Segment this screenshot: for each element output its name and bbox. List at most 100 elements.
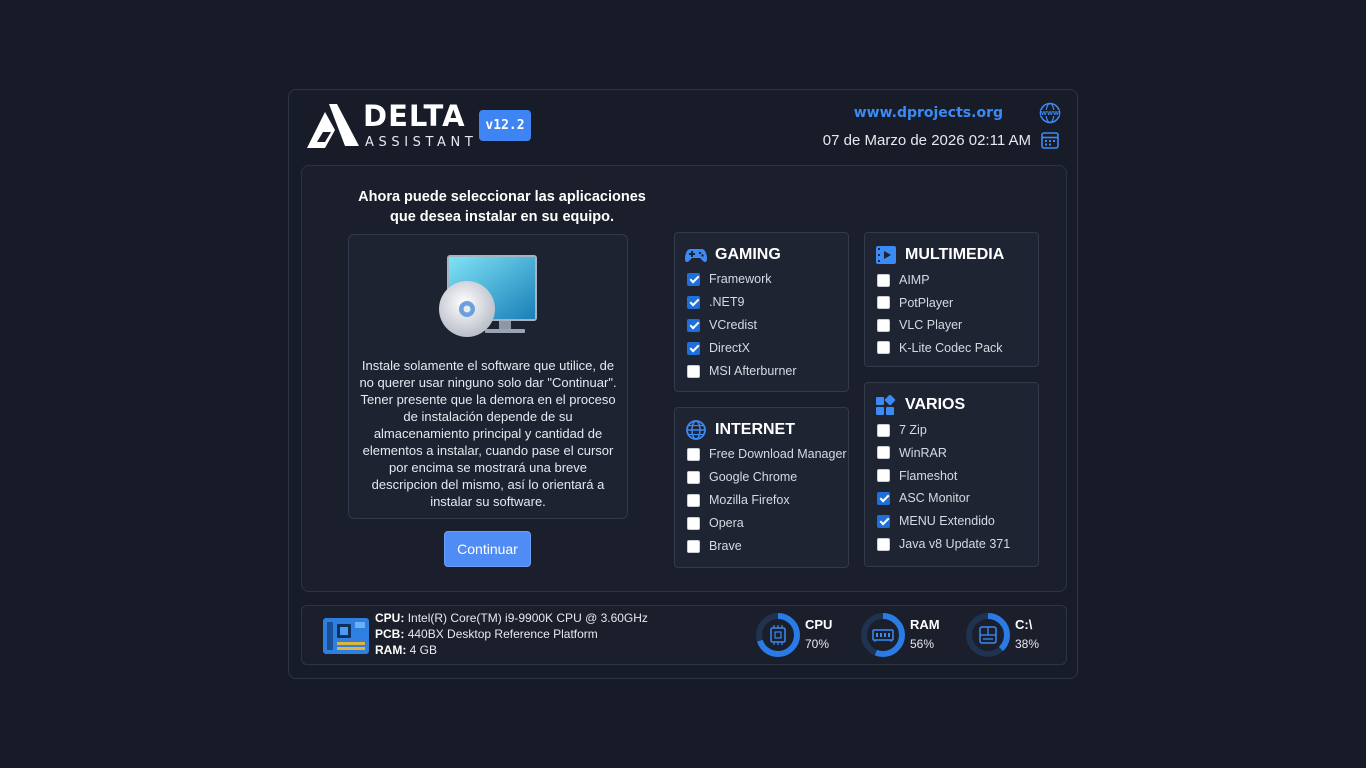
checkbox-label: PotPlayer — [899, 295, 954, 310]
checkbox-item-opera[interactable]: Opera — [687, 514, 744, 532]
checkbox-item-k-lite-codec-pack[interactable]: K-Lite Codec Pack — [877, 339, 1003, 357]
checkbox-item-msi-afterburner[interactable]: MSI Afterburner — [687, 362, 797, 380]
checkbox[interactable] — [877, 296, 890, 309]
checkbox-item-winrar[interactable]: WinRAR — [877, 444, 947, 462]
checkbox-item-free-download-manager[interactable]: Free Download Manager — [687, 445, 847, 463]
monitor-disc-icon — [439, 255, 537, 337]
checkbox-item-potplayer[interactable]: PotPlayer — [877, 294, 953, 312]
checkbox[interactable] — [687, 539, 700, 553]
ram-icon — [872, 629, 894, 642]
ram-spec: RAM: 4 GB — [375, 643, 438, 657]
continue-button[interactable]: Continuar — [444, 531, 531, 567]
video-icon — [876, 246, 896, 264]
info-description: Instale solamente el software que utilic… — [359, 358, 617, 509]
checkbox-label: Brave — [709, 539, 742, 553]
checkbox-item-flameshot[interactable]: Flameshot — [877, 467, 957, 485]
app-window: DELTA ASSISTANT v12.2 www.dprojects.org … — [288, 89, 1078, 679]
globe-www-icon[interactable]: WWW — [1039, 102, 1061, 124]
checkbox-item-vcredist[interactable]: VCredist — [687, 316, 757, 334]
brand-subtitle: ASSISTANT — [365, 135, 478, 150]
gauge-label: C:\ — [1015, 617, 1033, 632]
checkbox[interactable] — [877, 341, 890, 354]
checkbox-label: DirectX — [709, 341, 750, 355]
checkbox-item-google-chrome[interactable]: Google Chrome — [687, 468, 797, 486]
system-info-bar: CPU: Intel(R) Core(TM) i9-9900K CPU @ 3.… — [301, 605, 1067, 665]
gauge-c-ring — [966, 613, 1010, 657]
svg-text:WWW: WWW — [1041, 111, 1059, 117]
checkbox-item-7-zip[interactable]: 7 Zip — [877, 421, 927, 439]
checkbox-label: .NET9 — [709, 295, 745, 309]
info-box: Instale solamente el software que utilic… — [348, 234, 628, 519]
checkbox-item-net9[interactable]: .NET9 — [687, 293, 744, 311]
motherboard-icon — [323, 618, 369, 654]
checkbox-label: Java v8 Update 371 — [899, 537, 1011, 551]
checkbox-label: K-Lite Codec Pack — [899, 340, 1003, 355]
apps-grid-icon — [876, 395, 896, 415]
checkbox[interactable] — [687, 493, 700, 507]
gauge-cpu-ring — [756, 613, 800, 657]
checkbox[interactable] — [877, 446, 890, 460]
group-title: VARIOS — [905, 396, 966, 413]
gauge-ram-ring — [861, 613, 905, 657]
checkbox[interactable] — [687, 447, 700, 461]
checkbox-item-directx[interactable]: DirectX — [687, 339, 750, 357]
checkbox-label: MSI Afterburner — [709, 364, 797, 378]
checkbox-label: Google Chrome — [709, 470, 798, 484]
checkbox-label: WinRAR — [899, 445, 947, 460]
group-multimedia: MULTIMEDIA AIMP PotPlayer VLC Player K-Lite… — [864, 232, 1039, 367]
gauge-value: 56% — [910, 637, 935, 651]
version-badge: v12.2 — [479, 110, 531, 141]
checkbox-item-java-v8-update-371[interactable]: Java v8 Update 371 — [877, 535, 1010, 553]
cpu-spec: CPU: Intel(R) Core(TM) i9-9900K CPU @ 3.… — [375, 611, 648, 625]
pcb-spec: PCB: 440BX Desktop Reference Platform — [375, 627, 598, 641]
gauge-label: CPU — [805, 617, 833, 632]
checkbox[interactable] — [687, 272, 700, 286]
checkbox[interactable] — [687, 364, 700, 378]
website-link[interactable]: www.dprojects.org — [854, 105, 1003, 121]
calendar-icon — [1041, 132, 1059, 149]
group-title: MULTIMEDIA — [905, 246, 1005, 263]
checkbox-item-mozilla-firefox[interactable]: Mozilla Firefox — [687, 491, 790, 509]
checkbox-label: Mozilla Firefox — [709, 493, 790, 507]
checkbox-label: Flameshot — [899, 468, 958, 483]
cpu-icon — [770, 625, 786, 645]
checkbox-item-aimp[interactable]: AIMP — [877, 271, 930, 289]
checkbox-label: ASC Monitor — [899, 491, 970, 506]
datetime-label: 07 de Marzo de 2026 02:11 AM — [822, 132, 1031, 149]
intro-title: Ahora puede seleccionar las aplicaciones… — [358, 189, 646, 225]
checkbox-label: AIMP — [899, 273, 930, 287]
gauge-value: 70% — [805, 637, 830, 651]
globe-icon — [686, 420, 706, 440]
checkbox-label: Framework — [709, 272, 772, 286]
checkbox-label: MENU Extendido — [899, 514, 995, 529]
drive-icon — [979, 626, 997, 644]
checkbox-item-asc-monitor[interactable]: ASC Monitor — [877, 489, 970, 507]
checkbox[interactable] — [877, 318, 890, 332]
checkbox[interactable] — [877, 423, 890, 437]
checkbox-item-framework[interactable]: Framework — [687, 270, 772, 288]
checkbox[interactable] — [877, 273, 890, 287]
checkbox[interactable] — [877, 514, 890, 528]
checkbox-item-vlc-player[interactable]: VLC Player — [877, 316, 962, 334]
checkbox[interactable] — [687, 470, 700, 484]
group-internet: INTERNET Free Download Manager Google Chr… — [674, 407, 849, 568]
checkbox[interactable] — [687, 341, 700, 355]
group-title: GAMING — [715, 246, 781, 263]
checkbox[interactable] — [687, 295, 700, 309]
checkbox-item-brave[interactable]: Brave — [687, 537, 742, 555]
checkbox-item-menu-extendido[interactable]: MENU Extendido — [877, 512, 995, 530]
main-panel: Ahora puede seleccionar las aplicaciones… — [301, 165, 1067, 592]
checkbox[interactable] — [877, 469, 890, 483]
checkbox-label: Free Download Manager — [709, 447, 847, 461]
checkbox-label: VLC Player — [899, 318, 963, 332]
brand-title: DELTA — [363, 99, 466, 133]
checkbox[interactable] — [877, 537, 890, 551]
group-varios: VARIOS 7 Zip WinRAR Flameshot ASC Monitor ME… — [864, 382, 1039, 567]
checkbox[interactable] — [877, 491, 890, 505]
checkbox[interactable] — [687, 318, 700, 332]
gamepad-icon — [685, 249, 707, 263]
checkbox-label: VCredist — [709, 318, 757, 332]
group-title: INTERNET — [715, 421, 795, 438]
gauge-value: 38% — [1015, 637, 1040, 651]
checkbox[interactable] — [687, 516, 700, 530]
